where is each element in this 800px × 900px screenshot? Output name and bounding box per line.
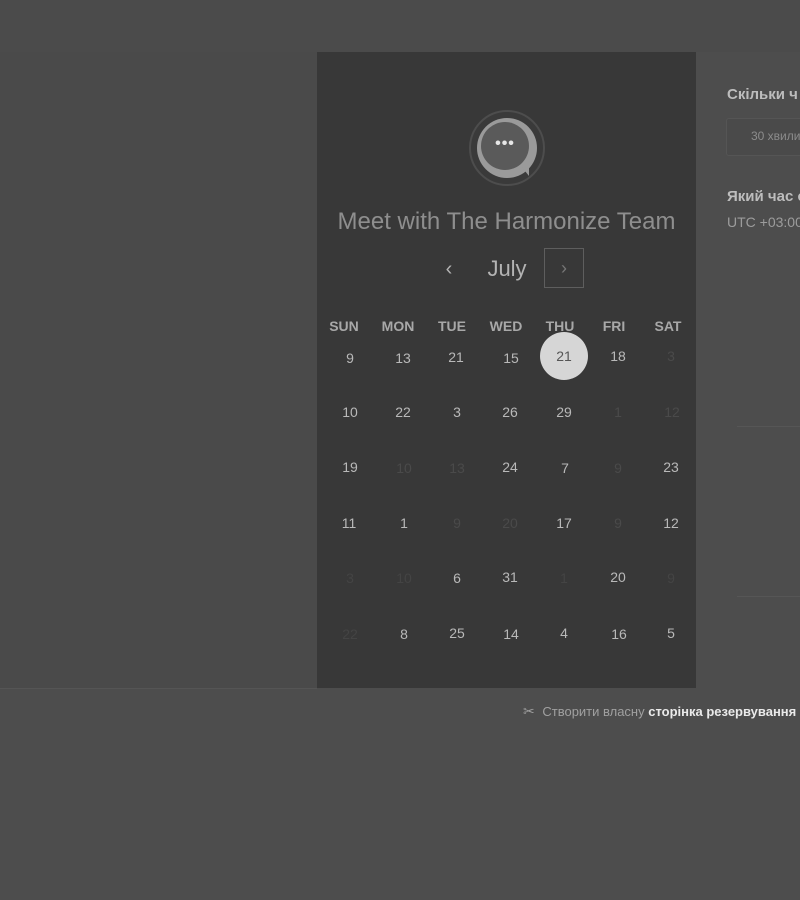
calendar-day[interactable]: 29 xyxy=(544,402,584,422)
calendar-day-disabled: 20 xyxy=(502,515,518,531)
chat-bubble-icon: ••• xyxy=(477,118,537,178)
month-navigator: ‹ July › xyxy=(317,248,696,292)
next-month-button[interactable]: › xyxy=(544,248,584,288)
calendar-day[interactable]: 12 xyxy=(651,513,691,533)
chat-bubble-tail-icon xyxy=(521,166,529,176)
calendar-day[interactable]: 25 xyxy=(437,623,477,643)
divider xyxy=(737,596,800,597)
time-question: Який час с xyxy=(727,188,800,205)
create-booking-page-link[interactable]: ✂ Створити власну сторінка резервування xyxy=(523,703,796,720)
calendar-day[interactable]: 15 xyxy=(491,348,531,368)
calendar-day[interactable]: 1 xyxy=(384,513,424,533)
footer-link-text[interactable]: сторінка резервування xyxy=(648,704,796,719)
calendar-day[interactable]: 23 xyxy=(651,457,691,477)
calendar-day-disabled: 1 xyxy=(614,404,622,420)
calendar-day-disabled: 12 xyxy=(664,404,680,420)
calendar-day[interactable]: 3 xyxy=(437,402,477,422)
calendar-day-disabled: 3 xyxy=(667,348,675,364)
prev-month-button[interactable]: ‹ xyxy=(437,254,461,284)
calendar-day[interactable]: 24 xyxy=(490,457,530,477)
calendar-card: ••• Meet with The Harmonize Team ‹ July … xyxy=(317,52,696,688)
calendar-day[interactable]: 6 xyxy=(437,568,477,588)
calendar-day-disabled: 9 xyxy=(614,460,622,476)
calendar-day[interactable]: 5 xyxy=(651,623,691,643)
calendar-day[interactable]: 22 xyxy=(383,402,423,422)
calendar-day[interactable]: 21 xyxy=(436,347,476,367)
card-title: Meet with The Harmonize Team xyxy=(337,208,676,235)
month-label: July xyxy=(487,256,527,281)
booking-page: ••• Meet with The Harmonize Team ‹ July … xyxy=(0,0,800,900)
timezone-value[interactable]: UTC +03:00 xyxy=(727,214,800,230)
top-header-band xyxy=(0,0,800,52)
weekday-sat: SAT xyxy=(654,318,682,334)
calendar-day[interactable]: 17 xyxy=(544,513,584,533)
calendar-day[interactable]: 9 xyxy=(330,348,370,368)
weekday-fri: FRI xyxy=(602,318,626,334)
team-logo: ••• xyxy=(469,110,545,186)
calendar-day[interactable]: 19 xyxy=(330,457,370,477)
header-partial-text xyxy=(395,0,800,10)
logo-dots: ••• xyxy=(481,122,529,170)
calendar-day-disabled: 10 xyxy=(396,570,412,586)
calendar-day[interactable]: 7 xyxy=(545,458,585,478)
calendar-day[interactable]: 11 xyxy=(329,513,369,533)
weekday-wed: WED xyxy=(489,318,523,334)
calendar-day[interactable]: 14 xyxy=(491,624,531,644)
duration-select[interactable]: 30 хвили xyxy=(726,118,800,156)
calendar-day-disabled: 10 xyxy=(396,460,412,476)
calendar-day[interactable]: 4 xyxy=(544,623,584,643)
duration-value: 30 хвили xyxy=(751,129,800,143)
scissors-icon: ✂ xyxy=(523,703,535,719)
left-panel xyxy=(0,52,317,689)
calendar-day-disabled: 22 xyxy=(342,626,358,642)
calendar-day-selected[interactable]: 21 xyxy=(540,332,588,380)
calendar-day-disabled: 3 xyxy=(346,570,354,586)
divider xyxy=(737,426,800,427)
calendar-day[interactable]: 8 xyxy=(384,624,424,644)
calendar-day[interactable]: 31 xyxy=(490,567,530,587)
calendar-day-disabled: 9 xyxy=(667,570,675,586)
weekday-tue: TUE xyxy=(438,318,466,334)
weekday-sun: SUN xyxy=(329,318,359,334)
calendar-day[interactable]: 26 xyxy=(490,402,530,422)
weekday-mon: MON xyxy=(381,318,415,334)
calendar-day-disabled: 9 xyxy=(614,515,622,531)
calendar-day[interactable]: 20 xyxy=(598,567,638,587)
calendar-day[interactable]: 13 xyxy=(383,348,423,368)
calendar-day-disabled: 1 xyxy=(560,570,568,586)
calendar-day[interactable]: 16 xyxy=(599,624,639,644)
footer-prefix: Створити власну xyxy=(542,704,645,719)
calendar-day-disabled: 13 xyxy=(449,460,465,476)
calendar-day[interactable]: 18 xyxy=(598,346,638,366)
duration-question: Скільки ч xyxy=(727,86,798,103)
calendar-day-disabled: 9 xyxy=(453,515,461,531)
calendar-day[interactable]: 10 xyxy=(330,402,370,422)
